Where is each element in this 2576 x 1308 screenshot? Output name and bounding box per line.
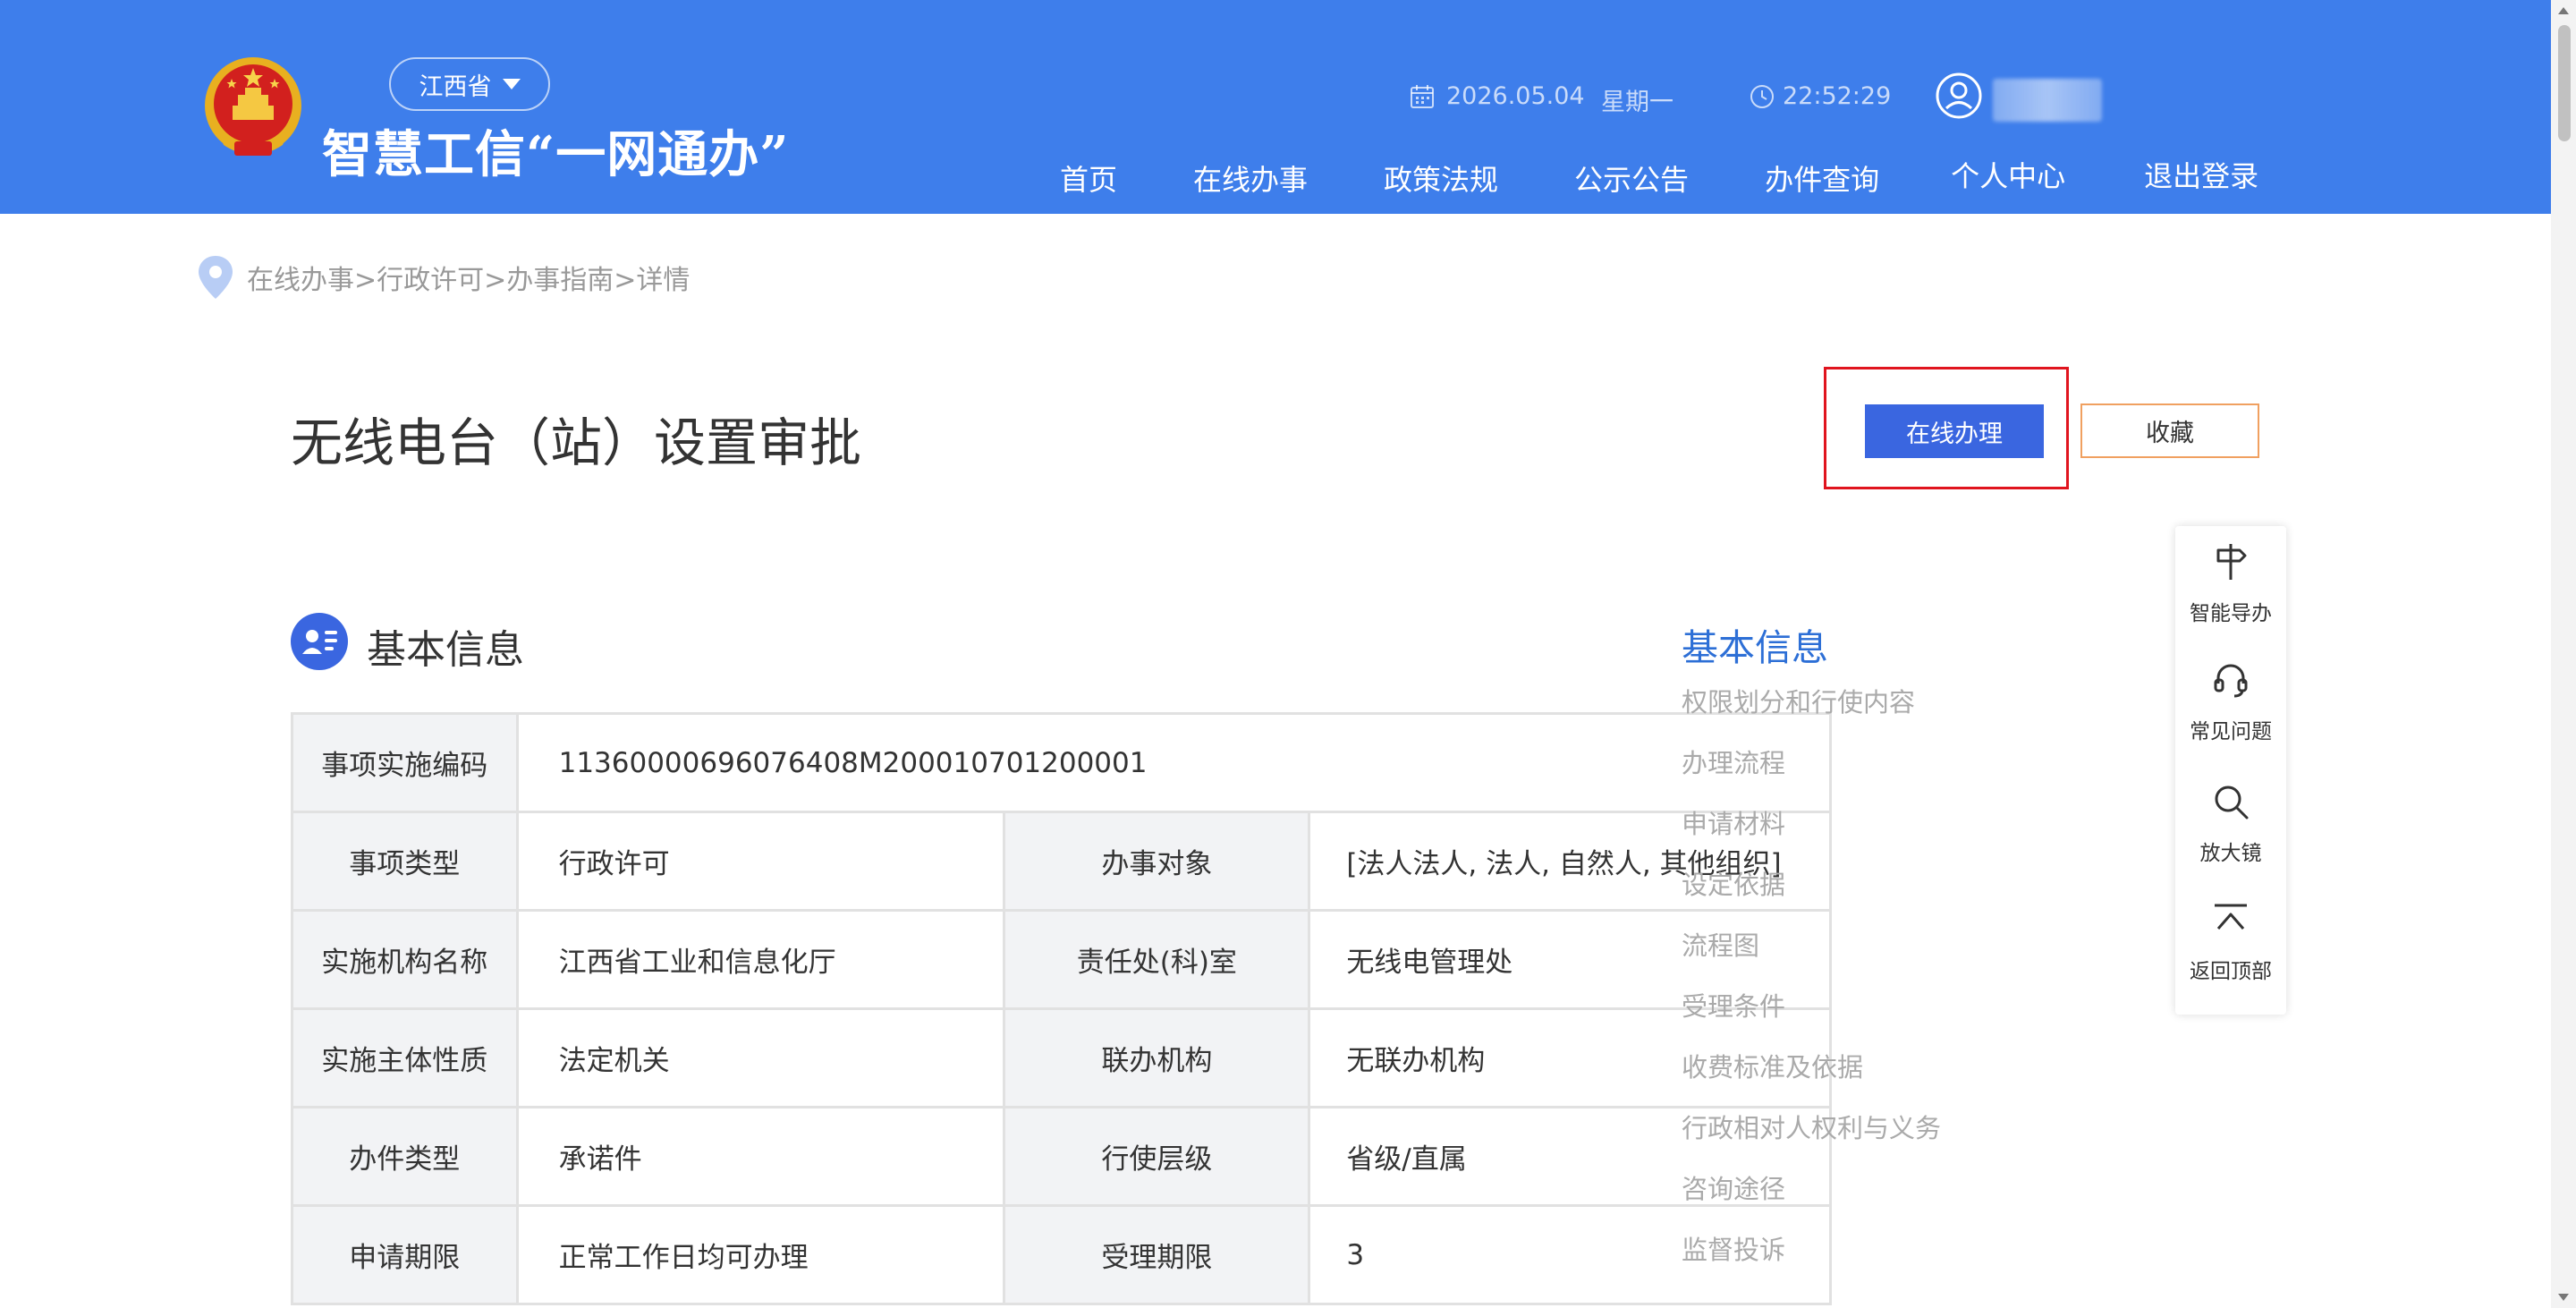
current-date: 2026.05.04 <box>1409 82 1585 110</box>
table-row: 实施主体性质 法定机关 联办机构 无联办机构 <box>291 1007 1832 1108</box>
table-row: 办件类型 承诺件 行使层级 省级/直属 <box>291 1106 1832 1207</box>
table-label: 事项类型 <box>291 811 519 912</box>
back-to-top-icon <box>2215 904 2247 930</box>
anchor-item[interactable]: 设定依据 <box>1682 867 1941 928</box>
table-label: 实施机构名称 <box>291 909 519 1010</box>
clock-icon <box>1750 84 1774 108</box>
table-label: 实施主体性质 <box>291 1007 519 1108</box>
anchor-item[interactable]: 受理条件 <box>1682 989 1941 1049</box>
scrollbar-thumb[interactable] <box>2558 25 2571 141</box>
tool-label: 智能导办 <box>2190 602 2272 625</box>
nav-policies[interactable]: 政策法规 <box>1384 157 1498 199</box>
table-value: 江西省工业和信息化厅 <box>515 909 1006 1010</box>
calendar-icon <box>1411 84 1434 108</box>
current-time: 22:52:29 <box>1749 82 1891 110</box>
national-emblem-icon <box>205 57 301 156</box>
table-row: 申请期限 正常工作日均可办理 受理期限 3 <box>291 1204 1832 1305</box>
tool-label: 放大镜 <box>2199 842 2262 865</box>
page-title: 无线电台（站）设置审批 <box>291 412 862 473</box>
anchor-nav: 基本信息 权限划分和行使内容 办理流程 申请材料 设定依据 流程图 受理条件 收… <box>1682 617 1941 1293</box>
tool-label: 返回顶部 <box>2190 960 2272 983</box>
back-to-top-button[interactable]: 返回顶部 <box>2175 898 2286 984</box>
user-name-redacted <box>1993 79 2102 122</box>
table-label: 办事对象 <box>1003 811 1311 912</box>
nav-personal-center[interactable]: 个人中心 <box>1951 154 2065 199</box>
nav-announcements[interactable]: 公示公告 <box>1574 157 1689 199</box>
table-value: 行政许可 <box>515 811 1006 912</box>
table-value: 法定机关 <box>515 1007 1006 1108</box>
table-label: 责任处(科)室 <box>1003 909 1311 1010</box>
user-avatar-icon[interactable] <box>1935 72 1983 120</box>
table-row: 实施机构名称 江西省工业和信息化厅 责任处(科)室 无线电管理处 <box>291 909 1832 1010</box>
caret-down-icon <box>502 79 521 89</box>
magnifier-icon <box>2215 786 2249 820</box>
basic-info-table: 事项实施编码 11360000696076408M200010701200001… <box>291 712 1833 1305</box>
table-label: 办件类型 <box>291 1106 519 1207</box>
anchor-item[interactable]: 收费标准及依据 <box>1682 1049 1941 1110</box>
magnifier-button[interactable]: 放大镜 <box>2175 780 2286 866</box>
anchor-nav-heading[interactable]: 基本信息 <box>1682 617 1941 671</box>
tool-label: 常见问题 <box>2190 720 2272 743</box>
headset-icon <box>2214 664 2248 698</box>
date-text: 2026.05.04 <box>1446 82 1585 110</box>
favorite-button[interactable]: 收藏 <box>2080 403 2259 458</box>
table-label: 受理期限 <box>1003 1204 1311 1305</box>
smart-guide-button[interactable]: 智能导办 <box>2175 540 2286 626</box>
site-header: 江西省 智慧工信“一网通办” 2026.05.04 星期一 22:52:29 首… <box>0 0 2551 214</box>
time-text: 22:52:29 <box>1783 82 1892 110</box>
table-label: 事项实施编码 <box>291 712 519 813</box>
anchor-item[interactable]: 咨询途径 <box>1682 1171 1941 1232</box>
region-selector[interactable]: 江西省 <box>389 57 550 111</box>
anchor-item[interactable]: 行政相对人权利与义务 <box>1682 1110 1941 1171</box>
signpost-icon <box>2216 544 2247 580</box>
breadcrumb-text[interactable]: 在线办事>行政许可>办事指南>详情 <box>247 258 690 297</box>
anchor-item[interactable]: 监督投诉 <box>1682 1232 1941 1293</box>
nav-logout[interactable]: 退出登录 <box>2144 154 2258 199</box>
anchor-item[interactable]: 流程图 <box>1682 928 1941 989</box>
table-value: 11360000696076408M200010701200001 <box>515 712 1833 813</box>
anchor-item[interactable]: 办理流程 <box>1682 745 1941 806</box>
anchor-item[interactable]: 权限划分和行使内容 <box>1682 684 1941 745</box>
faq-button[interactable]: 常见问题 <box>2175 658 2286 744</box>
region-label: 江西省 <box>419 72 492 101</box>
table-value: 正常工作日均可办理 <box>515 1204 1006 1305</box>
basic-info-icon <box>291 613 348 670</box>
site-title: 智慧工信“一网通办” <box>322 125 790 184</box>
side-toolbar: 智能导办 常见问题 放大镜 返回顶部 <box>2175 526 2286 1015</box>
breadcrumb: 在线办事>行政许可>办事指南>详情 <box>197 254 690 301</box>
table-label: 联办机构 <box>1003 1007 1311 1108</box>
table-label: 申请期限 <box>291 1204 519 1305</box>
weekday-text: 星期一 <box>1601 89 1674 116</box>
table-label: 行使层级 <box>1003 1106 1311 1207</box>
table-value: 承诺件 <box>515 1106 1006 1207</box>
anchor-item[interactable]: 申请材料 <box>1682 806 1941 867</box>
scroll-down-icon[interactable] <box>2558 1294 2569 1301</box>
section-title-basic-info: 基本信息 <box>367 627 524 673</box>
page-scrollbar[interactable] <box>2551 0 2576 1308</box>
main-nav: 首页 在线办事 政策法规 公示公告 办件查询 个人中心 退出登录 <box>1029 157 2258 199</box>
nav-home[interactable]: 首页 <box>1060 157 1117 199</box>
nav-online-services[interactable]: 在线办事 <box>1193 157 1308 199</box>
scroll-up-icon[interactable] <box>2558 7 2569 14</box>
table-row: 事项实施编码 11360000696076408M200010701200001 <box>291 712 1833 813</box>
nav-case-query[interactable]: 办件查询 <box>1765 157 1879 199</box>
table-row: 事项类型 行政许可 办事对象 [法人法人, 法人, 自然人, 其他组织] <box>291 811 1832 912</box>
online-apply-button[interactable]: 在线办理 <box>1865 404 2044 458</box>
location-pin-icon <box>199 256 233 299</box>
